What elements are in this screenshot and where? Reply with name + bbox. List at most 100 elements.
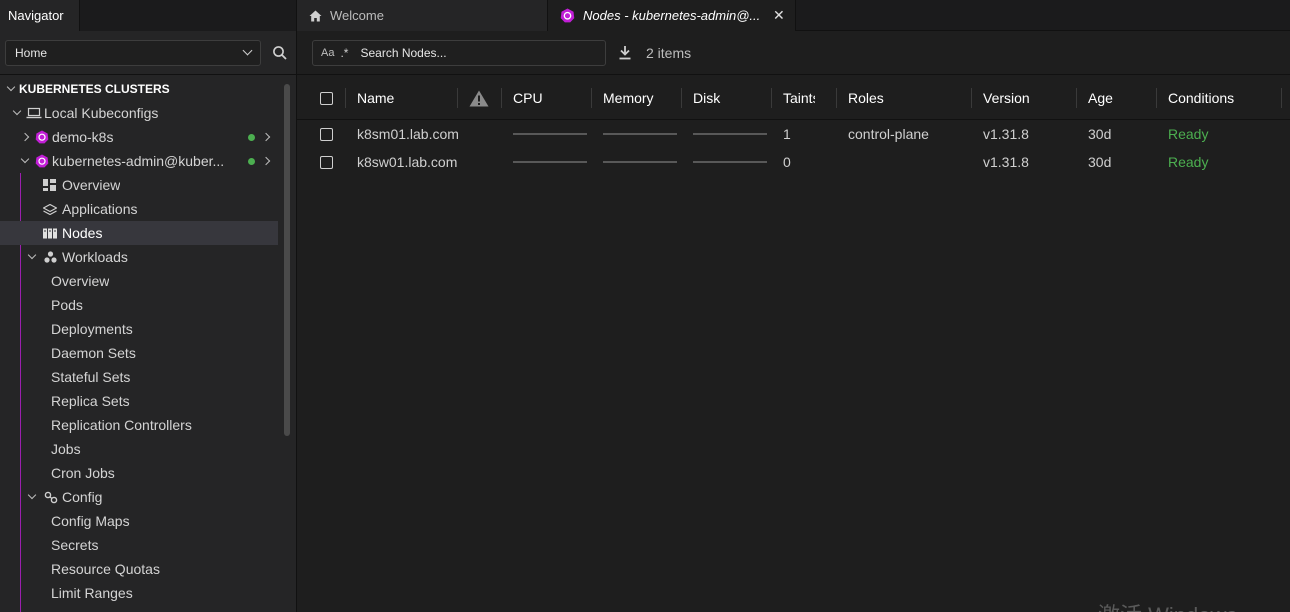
column-header-name[interactable]: Name xyxy=(357,76,452,120)
tree-item-label: Stateful Sets xyxy=(51,369,131,385)
close-icon[interactable]: ✕ xyxy=(773,7,785,24)
tree-item-overview[interactable]: Overview xyxy=(0,173,282,197)
tree-item-label: Applications xyxy=(62,201,138,217)
tree-item-nodes[interactable]: Nodes xyxy=(0,221,278,245)
cluster-status-dot xyxy=(248,158,255,165)
table-row[interactable]: k8sw01.lab.com 0 v1.31.8 30d Ready xyxy=(297,148,1290,176)
column-divider[interactable] xyxy=(836,88,837,108)
column-header-age[interactable]: Age xyxy=(1088,76,1153,120)
column-divider[interactable] xyxy=(501,88,502,108)
tree-item-label: Replication Controllers xyxy=(51,417,192,433)
navigator-header-filler xyxy=(80,0,296,31)
kubernetes-icon xyxy=(560,8,575,23)
warning-icon[interactable] xyxy=(469,76,489,120)
match-case-toggle[interactable]: Aa xyxy=(321,47,334,59)
column-divider[interactable] xyxy=(457,88,458,108)
column-header-disk[interactable]: Disk xyxy=(693,76,763,120)
tree-item-label: Local Kubeconfigs xyxy=(44,105,159,121)
download-icon[interactable] xyxy=(618,45,632,60)
row-checkbox[interactable] xyxy=(320,148,333,176)
disk-usage-bar xyxy=(693,161,767,163)
tree-item-local-kubeconfigs[interactable]: Local Kubeconfigs xyxy=(0,101,282,125)
tree-item-jobs[interactable]: Jobs xyxy=(0,437,282,461)
search-placeholder: Search Nodes... xyxy=(360,45,447,60)
column-header-version[interactable]: Version xyxy=(983,76,1068,120)
layers-icon xyxy=(43,203,62,215)
navigator-title: Navigator xyxy=(0,0,80,31)
tree-item-deployments[interactable]: Deployments xyxy=(0,317,282,341)
tree-item-workloads[interactable]: Workloads xyxy=(0,245,282,269)
tree-item-replica-sets[interactable]: Replica Sets xyxy=(0,389,282,413)
cell-age: 30d xyxy=(1088,126,1112,142)
tree-item-pods[interactable]: Pods xyxy=(0,293,282,317)
column-divider[interactable] xyxy=(345,88,346,108)
tree-item-cluster-demo-k8s[interactable]: demo-k8s xyxy=(0,125,282,149)
section-header-label: KUBERNETES CLUSTERS xyxy=(19,82,170,96)
column-divider[interactable] xyxy=(681,88,682,108)
column-divider[interactable] xyxy=(1281,88,1282,108)
column-header-roles[interactable]: Roles xyxy=(848,76,968,120)
tab-label: Welcome xyxy=(330,8,384,23)
tree-item-label: Replica Sets xyxy=(51,393,130,409)
hotbar-select[interactable]: Home xyxy=(5,39,261,66)
table-toolbar: Aa .* Search Nodes... 2 items xyxy=(297,31,1290,75)
search-nodes-input[interactable]: Aa .* Search Nodes... xyxy=(312,39,606,66)
tree-item-cron-jobs[interactable]: Cron Jobs xyxy=(0,461,282,485)
cell-version: v1.31.8 xyxy=(983,154,1029,170)
kubernetes-clusters-header[interactable]: KUBERNETES CLUSTERS xyxy=(0,77,282,101)
column-divider[interactable] xyxy=(971,88,972,108)
row-checkbox[interactable] xyxy=(320,120,333,148)
tree-item-workloads-overview[interactable]: Overview xyxy=(0,269,282,293)
table-row[interactable]: k8sm01.lab.com 1 control-plane v1.31.8 3… xyxy=(297,120,1290,148)
checkbox-box xyxy=(320,91,333,105)
select-all-checkbox[interactable] xyxy=(320,76,333,120)
column-header-memory[interactable]: Memory xyxy=(603,76,678,120)
column-divider[interactable] xyxy=(771,88,772,108)
tab-welcome[interactable]: Welcome xyxy=(297,0,548,31)
navigator-scrollbar[interactable] xyxy=(284,84,290,436)
tree-item-stateful-sets[interactable]: Stateful Sets xyxy=(0,365,282,389)
column-header-conditions[interactable]: Conditions xyxy=(1168,76,1278,120)
column-divider[interactable] xyxy=(591,88,592,108)
column-header-taints[interactable]: Taints xyxy=(783,76,815,120)
tree-item-applications[interactable]: Applications xyxy=(0,197,282,221)
items-count: 2 items xyxy=(646,44,692,61)
tree-item-limit-ranges[interactable]: Limit Ranges xyxy=(0,581,282,605)
chevron-right-icon[interactable] xyxy=(261,132,271,142)
chevron-right-icon[interactable] xyxy=(261,156,271,166)
chevron-down-icon xyxy=(27,250,37,260)
chevron-right-icon xyxy=(20,132,30,142)
tree-item-label: Jobs xyxy=(51,441,81,457)
config-icon xyxy=(39,491,62,504)
cell-roles: control-plane xyxy=(848,126,929,142)
regex-toggle[interactable]: .* xyxy=(340,46,348,60)
tree-item-label: Workloads xyxy=(62,249,128,265)
cpu-usage-bar xyxy=(513,161,587,163)
tree-item-replication-controllers[interactable]: Replication Controllers xyxy=(0,413,282,437)
nodes-table: Name CPU Memory Disk Taints Roles Versio… xyxy=(297,76,1290,176)
tree-item-config[interactable]: Config xyxy=(0,485,282,509)
tree-item-label: Pods xyxy=(51,297,83,313)
chevron-down-icon xyxy=(6,82,16,92)
column-divider[interactable] xyxy=(1156,88,1157,108)
tree-item-label: Deployments xyxy=(51,321,133,337)
navigator-panel: Navigator Home KUBERNETES CLUSTERS Local… xyxy=(0,0,297,612)
column-divider[interactable] xyxy=(1076,88,1077,108)
cell-name: k8sw01.lab.com xyxy=(357,154,458,170)
tree-item-daemon-sets[interactable]: Daemon Sets xyxy=(0,341,282,365)
navigator-header: Navigator xyxy=(0,0,296,31)
tree-item-cluster-kubernetes-admin[interactable]: kubernetes-admin@kuber... xyxy=(0,149,282,173)
tab-nodes[interactable]: Nodes - kubernetes-admin@... ✕ xyxy=(548,0,796,31)
cell-taints: 0 xyxy=(783,154,791,170)
tree-item-resource-quotas[interactable]: Resource Quotas xyxy=(0,557,282,581)
search-icon[interactable] xyxy=(271,44,289,62)
hotbar-select-value: Home xyxy=(15,45,48,60)
chevron-down-icon xyxy=(242,45,253,56)
column-header-cpu[interactable]: CPU xyxy=(513,76,583,120)
tab-bar: Welcome Nodes - kubernetes-admin@... ✕ xyxy=(297,0,1290,31)
tree-item-secrets[interactable]: Secrets xyxy=(0,533,282,557)
kubernetes-icon xyxy=(32,154,52,168)
kubernetes-icon xyxy=(32,130,52,144)
tree-item-config-maps[interactable]: Config Maps xyxy=(0,509,282,533)
navigator-controls: Home xyxy=(0,31,296,75)
